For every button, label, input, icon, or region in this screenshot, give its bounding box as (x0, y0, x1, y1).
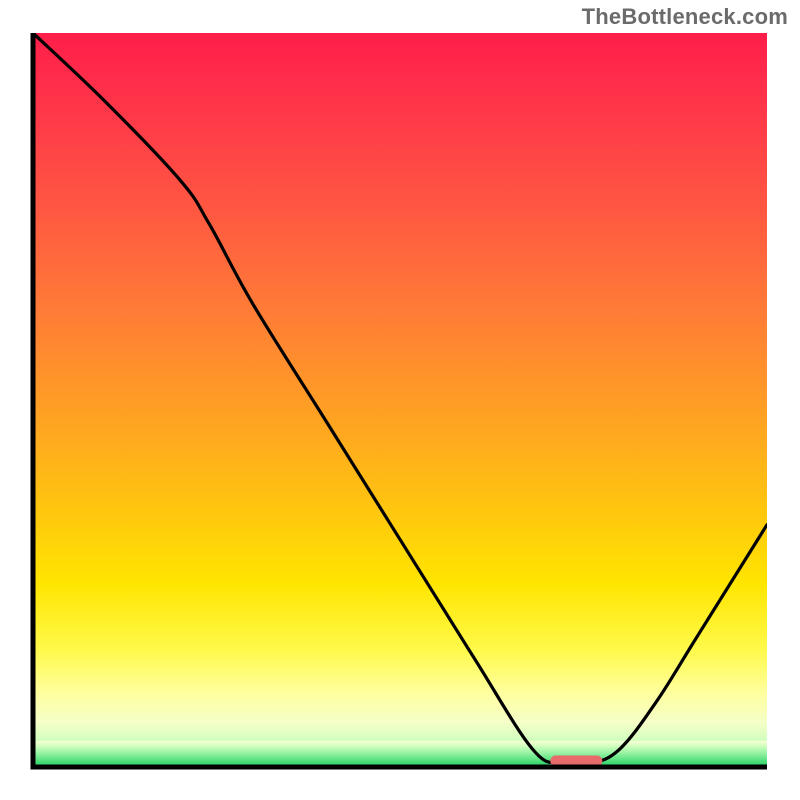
bottleneck-curve (33, 33, 767, 767)
watermark-text: TheBottleneck.com (582, 4, 788, 30)
plot-area (33, 33, 767, 767)
optimal-marker (550, 756, 601, 767)
chart-container: TheBottleneck.com (0, 0, 800, 800)
